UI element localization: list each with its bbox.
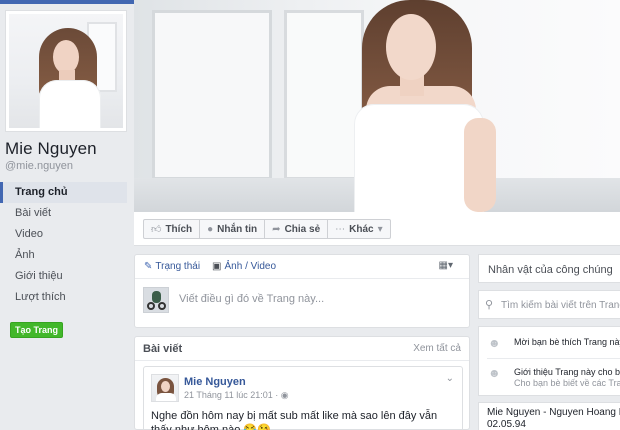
sidebar-item-posts[interactable]: Bài viết (0, 203, 127, 224)
composer-input[interactable]: Viết điều gì đó về Trang này... (179, 293, 324, 305)
globe-icon: ◉ (280, 390, 289, 400)
thumbs-up-icon: 👍︎ (151, 224, 162, 235)
tab-status[interactable]: ✎ Trạng thái (144, 261, 200, 272)
post-text: Nghe đồn hôm nay bị mất sub mất like mà … (151, 410, 438, 430)
suggest-page-subtext: Cho bạn bè biết về các Trang (514, 378, 620, 388)
post-author-name[interactable]: Mie Nguyen (184, 376, 246, 388)
profile-photo-image (9, 14, 123, 128)
post-card: Mie Nguyen 21 Tháng 11 lúc 21:01 · ◉ ⌄ N… (143, 366, 463, 430)
sidebar-item-about[interactable]: Giới thiệu (0, 266, 127, 287)
page-post-search[interactable]: ⚲ Tìm kiếm bài viết trên Trang (478, 290, 620, 319)
tab-photo-video[interactable]: ▣ Ảnh / Video (212, 261, 276, 272)
about-card: Mie Nguyen - Nguyen Hoang My 02.05.94 (478, 402, 620, 430)
create-page-button[interactable]: Tạo Trang (10, 322, 63, 338)
more-button[interactable]: ⋯ Khác ▾ (328, 219, 391, 239)
post-composer: ✎ Trạng thái ▣ Ảnh / Video ▦▾ Viết điều … (134, 254, 470, 328)
search-icon: ⚲ (485, 299, 494, 311)
more-button-label: Khác (349, 223, 374, 235)
cover-photo[interactable] (134, 0, 620, 212)
chevron-down-icon: ▾ (377, 223, 383, 235)
page-action-bar: 👍︎ Thích ● Nhắn tin ➦ Chia sẻ ⋯ Khác ▾ (134, 212, 620, 246)
add-friend-icon: ☻ (488, 336, 501, 350)
share-button[interactable]: ➦ Chia sẻ (265, 219, 329, 239)
composer-options-dropdown[interactable]: ▦▾ (439, 260, 453, 271)
see-all-link[interactable]: Xem tất cả (413, 343, 461, 354)
more-dots-icon: ⋯ (335, 223, 346, 235)
tab-status-label: Trạng thái (155, 261, 201, 272)
message-bubble-icon: ● (207, 223, 214, 235)
invite-friends-link[interactable]: Mời bạn bè thích Trang này (514, 337, 620, 347)
post-timestamp[interactable]: 21 Tháng 11 lúc 21:01 · ◉ (184, 390, 289, 401)
page-category[interactable]: Nhân vật của công chúng (488, 264, 613, 276)
suggest-page-link[interactable]: Giới thiệu Trang này cho bạn bè (514, 367, 620, 377)
about-birthday: 02.05.94 (487, 419, 526, 430)
about-name: Mie Nguyen - Nguyen Hoang My (487, 407, 620, 418)
sidebar-item-home[interactable]: Trang chủ (0, 182, 127, 203)
chevron-down-icon: ▾ (447, 260, 453, 271)
posts-section: Bài viết Xem tất cả Mie Nguyen 21 Tháng … (134, 336, 470, 430)
posts-section-title: Bài viết (143, 342, 183, 355)
page-title[interactable]: Mie Nguyen (5, 139, 97, 159)
avatar (143, 287, 169, 313)
sidebar-item-videos[interactable]: Video (0, 224, 127, 245)
invite-card: ☻ Mời bạn bè thích Trang này ☻ Giới thiệ… (478, 326, 620, 396)
tab-photo-video-label: Ảnh / Video (224, 261, 277, 272)
share-button-label: Chia sẻ (284, 223, 321, 235)
sidebar-item-likes[interactable]: Lượt thích (0, 287, 127, 308)
sidebar-item-photos[interactable]: Ảnh (0, 245, 127, 266)
message-button[interactable]: ● Nhắn tin (200, 219, 266, 239)
post-options-chevron-icon[interactable]: ⌄ (446, 373, 454, 384)
add-friend-icon: ☻ (488, 366, 501, 380)
camera-icon: ▣ (212, 261, 222, 272)
page-category-card: Nhân vật của công chúng (478, 254, 620, 283)
post-author-avatar[interactable] (151, 374, 179, 402)
like-button-label: Thích (165, 223, 193, 235)
message-button-label: Nhắn tin (217, 223, 258, 235)
profile-picture[interactable] (5, 10, 127, 132)
page-username[interactable]: @mie.nguyen (5, 160, 73, 172)
page-sidebar-nav: Trang chủ Bài viết Video Ảnh Giới thiệu … (0, 182, 127, 308)
like-button[interactable]: 👍︎ Thích (143, 219, 201, 239)
page-switcher-icon: ▦ (438, 260, 448, 271)
share-arrow-icon: ➦ (272, 223, 281, 235)
search-input[interactable]: Tìm kiếm bài viết trên Trang (501, 300, 620, 311)
pencil-icon: ✎ (144, 261, 153, 272)
